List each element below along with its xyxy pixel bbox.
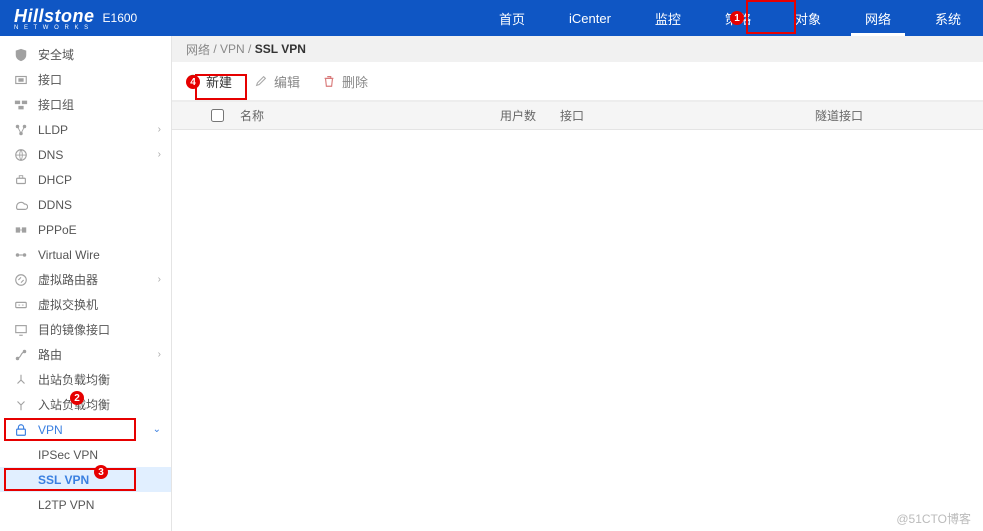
chevron-right-icon: › (158, 274, 161, 285)
nav-home[interactable]: 首页 (477, 0, 547, 36)
lldp-icon (14, 123, 28, 137)
vwire-icon (14, 248, 28, 262)
route-icon (14, 348, 28, 362)
sidebar-item-label: PPPoE (38, 223, 161, 237)
sidebar-sub-l2tp[interactable]: L2TP VPN (0, 492, 171, 517)
pppoe-icon (14, 223, 28, 237)
new-button[interactable]: 新建 (186, 72, 232, 91)
th-tunnel[interactable]: 隧道接口 (807, 107, 983, 124)
main-panel: 网络 / VPN / SSL VPN 新建 编辑 删除 名称 (172, 36, 983, 531)
sidebar-item-lldp[interactable]: LLDP › (0, 117, 171, 142)
nav-system[interactable]: 系统 (913, 0, 983, 36)
pencil-icon (254, 74, 268, 88)
dns-icon (14, 148, 28, 162)
table-header: 名称 用户数 接口 隧道接口 (172, 102, 983, 130)
sidebar-item-vswitch[interactable]: 虚拟交换机 (0, 292, 171, 317)
top-header: Hillstone N E T W O R K S E1600 首页 iCent… (0, 0, 983, 36)
chevron-down-icon: ⌄ (153, 424, 161, 435)
sidebar-item-label: 出站负载均衡 (38, 371, 161, 388)
th-users[interactable]: 用户数 (492, 107, 552, 124)
th-name[interactable]: 名称 (232, 107, 492, 124)
breadcrumb-sep: / (210, 42, 220, 56)
lb-out-icon (14, 373, 28, 387)
delete-button-label: 删除 (342, 72, 368, 91)
sidebar-item-dhcp[interactable]: DHCP (0, 167, 171, 192)
sidebar-item-secdomain[interactable]: 安全域 (0, 42, 171, 67)
delete-button[interactable]: 删除 (322, 72, 368, 91)
th-interface[interactable]: 接口 (552, 107, 807, 124)
sidebar-item-interface[interactable]: 接口 (0, 67, 171, 92)
chevron-right-icon: › (158, 124, 161, 135)
device-model: E1600 (103, 11, 138, 25)
sidebar-item-label: 接口组 (38, 96, 161, 113)
sidebar-sub-sslvpn[interactable]: SSL VPN (0, 467, 171, 492)
chevron-right-icon: › (158, 349, 161, 360)
new-button-label: 新建 (206, 72, 232, 91)
brand-sub: N E T W O R K S (14, 25, 95, 31)
brand-logo: Hillstone (14, 6, 95, 27)
trash-icon (322, 74, 336, 88)
watermark: @51CTO博客 (896, 510, 971, 527)
sidebar-item-vwire[interactable]: Virtual Wire (0, 242, 171, 267)
sidebar-item-label: 目的镜像接口 (38, 321, 161, 338)
sidebar-item-lb-out[interactable]: 出站负载均衡 (0, 367, 171, 392)
vrouter-icon (14, 273, 28, 287)
sidebar-item-label: DNS (38, 148, 158, 162)
sidebar-item-label: 虚拟交换机 (38, 296, 161, 313)
plus-circle-icon (186, 74, 200, 88)
dhcp-icon (14, 173, 28, 187)
nav-active-indicator (851, 33, 905, 36)
chevron-right-icon: › (158, 149, 161, 160)
sidebar-item-ddns[interactable]: DDNS (0, 192, 171, 217)
breadcrumb: 网络 / VPN / SSL VPN (172, 36, 983, 62)
lb-in-icon (14, 398, 28, 412)
sidebar-item-label: 安全域 (38, 46, 161, 63)
nav-network-label: 网络 (865, 9, 891, 28)
sidebar-item-mirror[interactable]: 目的镜像接口 (0, 317, 171, 342)
port-icon (14, 73, 28, 87)
breadcrumb-sep: / (245, 42, 255, 56)
logo-block: Hillstone N E T W O R K S E1600 (0, 6, 180, 31)
table-body-empty (172, 130, 983, 531)
nav-policy[interactable]: 策略 (703, 0, 773, 36)
ddns-icon (14, 198, 28, 212)
vpn-icon (14, 423, 28, 437)
sidebar-item-label: DDNS (38, 198, 161, 212)
toolbar: 新建 编辑 删除 (172, 62, 983, 102)
sidebar: 安全域 接口 接口组 LLDP › DNS › DHCP DDNS (0, 36, 172, 531)
sidebar-item-label: 虚拟路由器 (38, 271, 158, 288)
sidebar-item-label: 入站负载均衡 (38, 396, 161, 413)
sidebar-item-vrouter[interactable]: 虚拟路由器 › (0, 267, 171, 292)
shield-icon (14, 48, 28, 62)
sidebar-item-label: VPN (38, 423, 153, 437)
th-checkbox[interactable] (202, 109, 232, 122)
sidebar-item-lb-in[interactable]: 入站负载均衡 (0, 392, 171, 417)
vswitch-icon (14, 298, 28, 312)
breadcrumb-current: SSL VPN (255, 42, 306, 56)
sidebar-item-vpn[interactable]: VPN ⌄ (0, 417, 171, 442)
nav-object[interactable]: 对象 (773, 0, 843, 36)
sidebar-item-label: LLDP (38, 123, 158, 137)
nav-icenter[interactable]: iCenter (547, 0, 633, 36)
select-all-checkbox[interactable] (211, 109, 224, 122)
sidebar-item-label: DHCP (38, 173, 161, 187)
sidebar-item-label: 接口 (38, 71, 161, 88)
edit-button[interactable]: 编辑 (254, 72, 300, 91)
sidebar-item-label: 路由 (38, 346, 158, 363)
body-layout: 安全域 接口 接口组 LLDP › DNS › DHCP DDNS (0, 36, 983, 531)
sidebar-item-route[interactable]: 路由 › (0, 342, 171, 367)
sidebar-item-label: Virtual Wire (38, 248, 161, 262)
breadcrumb-seg[interactable]: VPN (220, 42, 245, 56)
sidebar-sub-ipsec[interactable]: IPSec VPN (0, 442, 171, 467)
breadcrumb-seg[interactable]: 网络 (186, 41, 210, 58)
mirror-icon (14, 323, 28, 337)
edit-button-label: 编辑 (274, 72, 300, 91)
port-group-icon (14, 98, 28, 112)
sidebar-item-dns[interactable]: DNS › (0, 142, 171, 167)
sidebar-item-pppoe[interactable]: PPPoE (0, 217, 171, 242)
sidebar-item-interface-group[interactable]: 接口组 (0, 92, 171, 117)
main-nav: 首页 iCenter 监控 策略 对象 网络 系统 (477, 0, 983, 36)
nav-monitor[interactable]: 监控 (633, 0, 703, 36)
nav-network[interactable]: 网络 (843, 0, 913, 36)
